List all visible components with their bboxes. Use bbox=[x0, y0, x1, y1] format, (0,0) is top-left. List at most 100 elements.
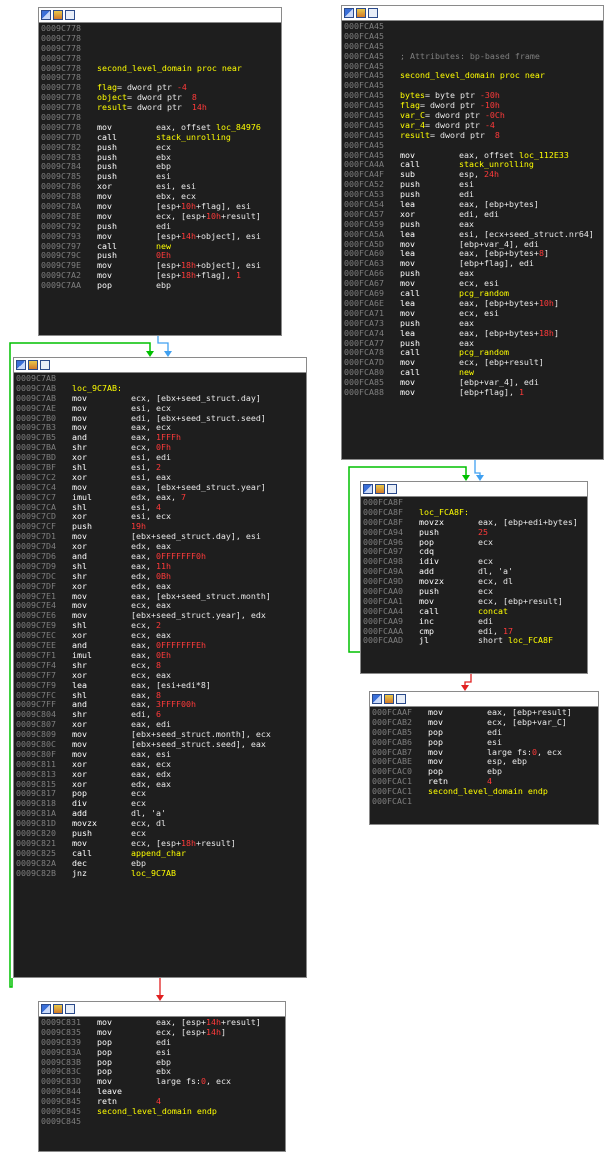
code-line: 0009C7F9 lea eax, [esi+edi*8] bbox=[16, 680, 306, 691]
code-listing: 0009C7AB 0009C7AB loc_9C7AB: 0009C7AB mov ecx… bbox=[14, 373, 306, 878]
operand-token: loc_84976 bbox=[215, 121, 261, 132]
edit-icon[interactable] bbox=[356, 8, 366, 18]
block-titlebar[interactable] bbox=[370, 692, 598, 707]
graph-icon[interactable] bbox=[41, 10, 51, 20]
edit-icon[interactable] bbox=[28, 360, 38, 370]
operand-token: ecx, bbox=[131, 659, 156, 670]
operand-token: edi, [ebx+seed_struct.seed] bbox=[131, 412, 266, 423]
operand-token: ebp bbox=[487, 766, 502, 777]
operand-token: eax, bbox=[131, 649, 156, 660]
text-view-icon[interactable] bbox=[65, 1004, 75, 1014]
operand-token: , ecx bbox=[205, 1076, 231, 1087]
mnemonic: mov bbox=[400, 386, 415, 397]
address: 0009C7AA bbox=[41, 280, 81, 291]
operand-token: 8 bbox=[191, 92, 197, 103]
operand-token: 17 bbox=[502, 625, 513, 636]
block-titlebar[interactable] bbox=[342, 6, 603, 21]
operand-token: ecx, esi bbox=[459, 278, 499, 289]
operand-token: 4 bbox=[156, 1096, 161, 1107]
operand-token: ecx, [esp+ bbox=[156, 1026, 206, 1037]
block-titlebar[interactable] bbox=[14, 358, 306, 373]
edge-entry-to-loop bbox=[157, 336, 169, 352]
code-line: 0009C82B jnz loc_9C7AB bbox=[16, 868, 306, 879]
code-label: second_level_domain endp bbox=[428, 786, 548, 797]
operands: ecx bbox=[478, 537, 493, 548]
operand-token: 0Eh bbox=[156, 250, 171, 261]
text-view-icon[interactable] bbox=[40, 360, 50, 370]
graph-icon[interactable] bbox=[344, 8, 354, 18]
block-titlebar[interactable] bbox=[361, 482, 587, 497]
operands: loc_9C7AB bbox=[131, 868, 176, 879]
text-view-icon[interactable] bbox=[368, 8, 378, 18]
code-label: second_level_domain endp bbox=[97, 1106, 217, 1117]
operand-token: stack_unrolling bbox=[156, 131, 231, 142]
graph-icon[interactable] bbox=[16, 360, 26, 370]
operand-token: ebp bbox=[156, 161, 171, 172]
address: 000FCA88 bbox=[344, 386, 384, 397]
operand-token: ecx, [ebp+result] bbox=[459, 357, 544, 368]
operand-token: edx, bbox=[131, 570, 156, 581]
operand-token: pcg_random bbox=[459, 288, 509, 299]
edit-icon[interactable] bbox=[384, 694, 394, 704]
operand-token: short bbox=[478, 635, 508, 646]
operand-token: ecx, bbox=[131, 442, 156, 453]
block-titlebar[interactable] bbox=[39, 8, 281, 23]
operand-token: new bbox=[156, 240, 171, 251]
text-view-icon[interactable] bbox=[387, 484, 397, 494]
operand-token: +object], esi bbox=[195, 260, 261, 271]
operand-token: pcg_random bbox=[459, 347, 509, 358]
edit-icon[interactable] bbox=[53, 10, 63, 20]
right-loop-block[interactable]: 000FCA8F 000FCA8F loc_FCA8F: 000FCA8F movzx e… bbox=[360, 481, 588, 674]
operand-token: 0FFFFFFF0h bbox=[155, 551, 206, 562]
operand-token: 10h bbox=[538, 297, 554, 308]
operand-token: ecx, esi bbox=[459, 307, 499, 318]
operands: short loc_FCA8F bbox=[478, 636, 553, 646]
left-exit-block[interactable]: 0009C831 mov eax, [esp+14h+result] 0009C835… bbox=[38, 1001, 286, 1152]
operand-token: 11h bbox=[155, 560, 171, 571]
operand-token: ecx bbox=[478, 556, 493, 567]
operand-token: [ebp+var_4], edi bbox=[459, 238, 539, 249]
operand-token: = dword ptr bbox=[116, 82, 177, 93]
operand-token: ecx, [esp+ bbox=[156, 210, 206, 221]
operand-token: bytes bbox=[400, 90, 425, 101]
operand-token: = dword ptr bbox=[419, 100, 480, 111]
left-loop-block[interactable]: 0009C7AB 0009C7AB loc_9C7AB: 0009C7AB mov ecx… bbox=[13, 357, 307, 978]
operand-token: eax, bbox=[131, 432, 156, 443]
operand-token: 14h bbox=[205, 1026, 221, 1037]
operand-token: loc_FCA8F bbox=[507, 635, 553, 646]
operand-token: 14h bbox=[191, 102, 207, 113]
operand-token: [esp+ bbox=[156, 270, 181, 281]
operand-token: ] bbox=[220, 1026, 226, 1037]
text-view-icon[interactable] bbox=[396, 694, 406, 704]
operand-token: 0Bh bbox=[155, 570, 171, 581]
operand-token: eax, [ebp+bytes] bbox=[459, 199, 539, 210]
code-line: 0009C817 pop ecx bbox=[16, 788, 306, 799]
operand-token: ecx bbox=[131, 788, 146, 799]
operand-token: 0FFFFFFFEh bbox=[155, 640, 206, 651]
graph-icon[interactable] bbox=[372, 694, 382, 704]
operand-token: eax, bbox=[131, 560, 156, 571]
operand-token: ebp bbox=[156, 1056, 171, 1067]
operands: ecx, [esp+10h+result] bbox=[156, 210, 261, 222]
graph-icon[interactable] bbox=[363, 484, 373, 494]
operand-token: 19h bbox=[131, 521, 146, 532]
block-titlebar[interactable] bbox=[39, 1002, 285, 1017]
edit-icon[interactable] bbox=[53, 1004, 63, 1014]
text-view-icon[interactable] bbox=[65, 10, 75, 20]
operand-token: ecx, eax bbox=[131, 669, 171, 680]
operand-token: ebx bbox=[156, 151, 171, 162]
operand-token: = dword ptr bbox=[424, 119, 485, 130]
right-exit-block[interactable]: 000FCAAF mov eax, [ebp+result] 000FCAB2 mov e… bbox=[369, 691, 599, 825]
operand-token: edx, eax, bbox=[131, 491, 181, 502]
right-entry-block[interactable]: 000FCA45 000FCA45 000FCA45 000FCA45; Attrib… bbox=[341, 5, 604, 460]
operand-token: +result] bbox=[220, 210, 261, 221]
operand-token: eax, offset bbox=[156, 121, 216, 132]
graph-icon[interactable] bbox=[41, 1004, 51, 1014]
operand-token: 0Eh bbox=[155, 649, 171, 660]
operand-token: eax, bbox=[131, 640, 156, 651]
edit-icon[interactable] bbox=[375, 484, 385, 494]
operand-token: ecx, eax bbox=[131, 600, 171, 611]
operand-token: eax bbox=[459, 317, 474, 328]
code-line: 0009C7BD xor esi, edi bbox=[16, 452, 306, 463]
left-entry-block[interactable]: 0009C778 0009C778 0009C778 0009C778 0009C778… bbox=[38, 7, 282, 336]
